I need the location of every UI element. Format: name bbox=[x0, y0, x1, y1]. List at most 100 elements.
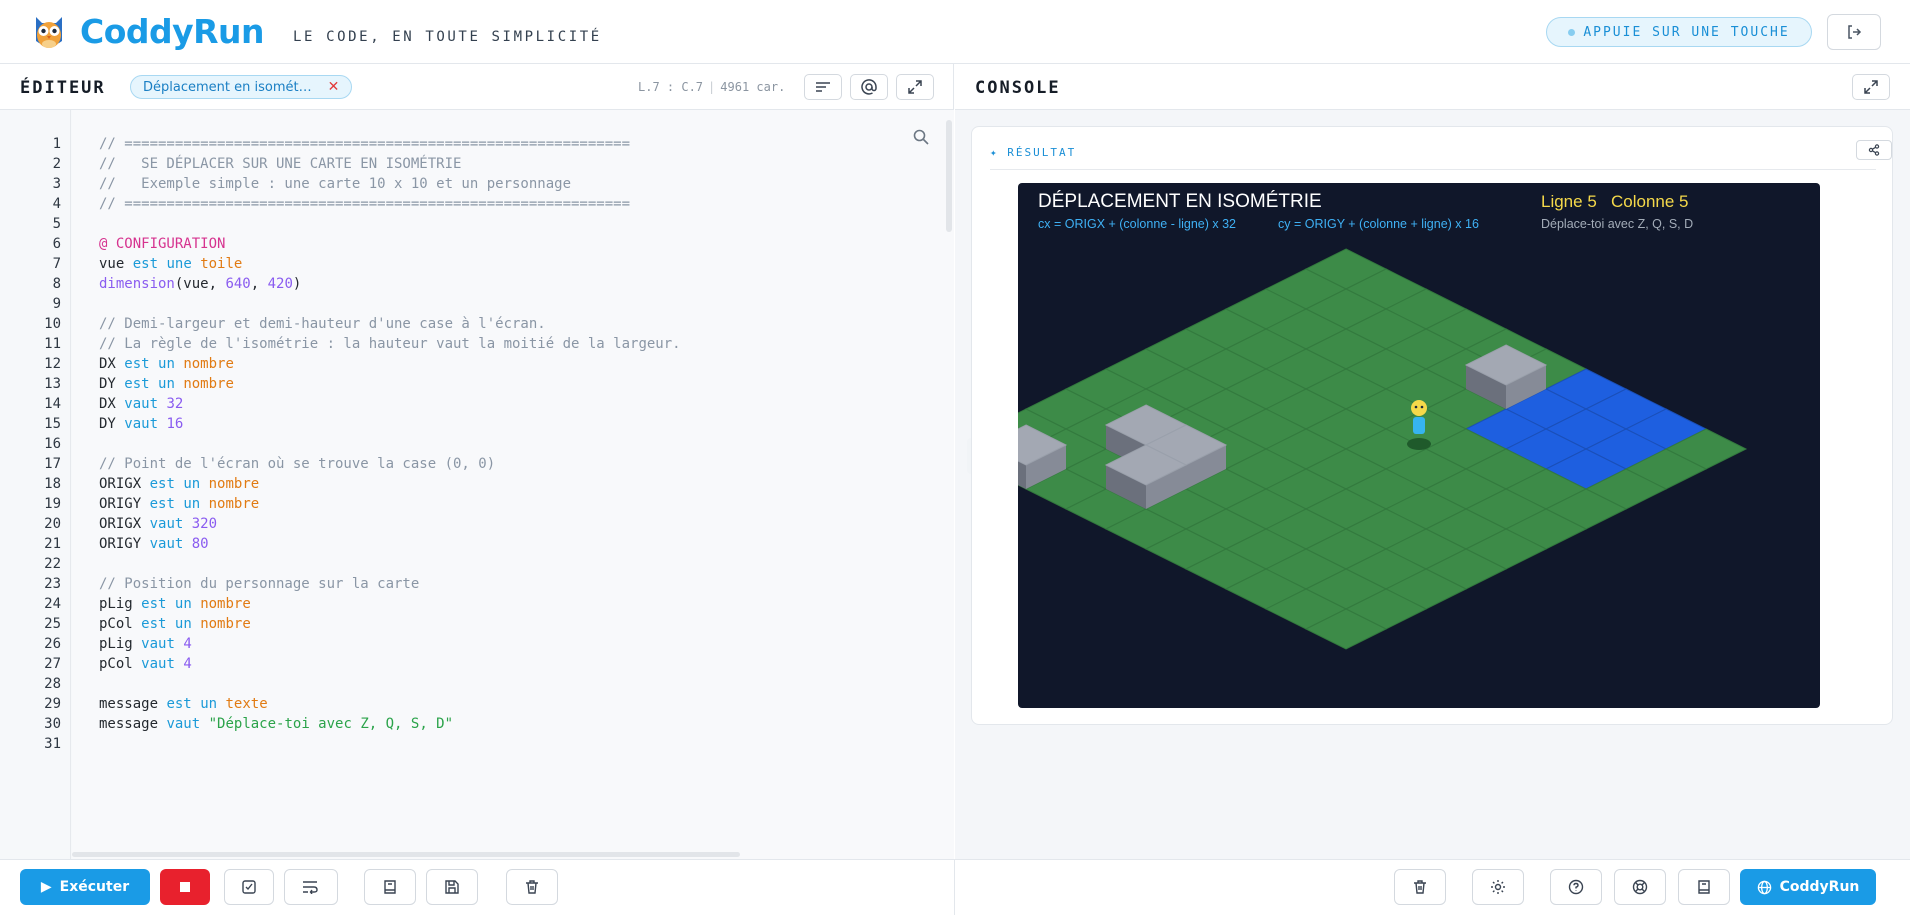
result-divider bbox=[990, 169, 1876, 170]
code-line: // La règle de l'isométrie : la hauteur … bbox=[99, 336, 681, 352]
code-editor[interactable]: 1 2 3 4 5 6 7 8 9 10 11 12 13 14 15 16 1… bbox=[0, 110, 954, 859]
settings-button[interactable] bbox=[1472, 869, 1524, 905]
book-icon bbox=[1698, 880, 1710, 894]
tagline: LE CODE, EN TOUTE SIMPLICITÉ bbox=[293, 29, 602, 45]
status-dot bbox=[1568, 28, 1576, 36]
book-icon bbox=[384, 880, 396, 894]
line-number: 5 bbox=[52, 216, 61, 232]
code-line: // =====================================… bbox=[99, 136, 631, 152]
save-button[interactable] bbox=[426, 869, 478, 905]
editor-panel: ÉDITEUR Déplacement en isomét… ✕ L.7 : C… bbox=[0, 64, 954, 859]
close-tab-icon[interactable]: ✕ bbox=[328, 79, 340, 95]
line-number: 13 bbox=[44, 376, 61, 392]
support-button[interactable] bbox=[1614, 869, 1666, 905]
move-hint: Déplace-toi avec Z, Q, S, D bbox=[1541, 217, 1693, 231]
line-number: 22 bbox=[44, 556, 61, 572]
col-label: Colonne 5 bbox=[1611, 192, 1689, 211]
logout-button[interactable] bbox=[1827, 14, 1881, 50]
horizontal-scrollbar[interactable] bbox=[72, 852, 740, 857]
line-number: 30 bbox=[44, 716, 61, 732]
line-number: 16 bbox=[44, 436, 61, 452]
play-icon: ▶ bbox=[40, 879, 52, 895]
result-label: ✦ RÉSULTAT bbox=[990, 146, 1077, 159]
help-button[interactable] bbox=[1550, 869, 1602, 905]
canvas-title: DÉPLACEMENT EN ISOMÉTRIE bbox=[1038, 191, 1322, 212]
file-tab[interactable]: Déplacement en isomét… ✕ bbox=[130, 75, 353, 99]
line-number: 27 bbox=[44, 656, 61, 672]
top-header: CoddyRun LE CODE, EN TOUTE SIMPLICITÉ AP… bbox=[0, 0, 1910, 64]
logout-icon bbox=[1848, 25, 1862, 39]
share-icon bbox=[1868, 144, 1880, 156]
line-number: 21 bbox=[44, 536, 61, 552]
game-canvas[interactable]: DÉPLACEMENT EN ISOMÉTRIE cx = ORIGX + (c… bbox=[1018, 183, 1820, 708]
share-button[interactable] bbox=[1856, 140, 1892, 160]
line-number: 19 bbox=[44, 496, 61, 512]
code-line: DY vaut 16 bbox=[99, 416, 184, 432]
line-number: 20 bbox=[44, 516, 61, 532]
line-number: 3 bbox=[52, 176, 61, 192]
expand-icon bbox=[908, 80, 922, 94]
result-card: ✦ RÉSULTAT DÉPLACEMENT EN ISOMÉTRIE cx =… bbox=[971, 126, 1893, 725]
expand-console-button[interactable] bbox=[1852, 74, 1890, 100]
clear-console-button[interactable] bbox=[1394, 869, 1446, 905]
globe-icon bbox=[1757, 880, 1771, 894]
code-line: pCol vaut 4 bbox=[99, 656, 192, 672]
format-button[interactable] bbox=[284, 869, 338, 905]
code-line: vue est une toile bbox=[99, 256, 243, 272]
code-line: pLig vaut 4 bbox=[99, 636, 192, 652]
code-line: pCol est un nombre bbox=[99, 616, 251, 632]
line-number: 15 bbox=[44, 416, 61, 432]
console-panel: CONSOLE › ✦ RÉSULTAT DÉPLACEMENT EN ISOM… bbox=[955, 64, 1910, 859]
owl-logo-icon bbox=[36, 17, 62, 48]
code-line: // =====================================… bbox=[99, 196, 631, 212]
check-icon bbox=[242, 880, 256, 894]
wrap-button[interactable] bbox=[804, 74, 842, 100]
code-line: DX est un nombre bbox=[99, 356, 234, 372]
site-label: CoddyRun bbox=[1779, 879, 1860, 895]
stop-button[interactable] bbox=[160, 869, 210, 905]
code-line: DX vaut 32 bbox=[99, 396, 184, 412]
check-button[interactable] bbox=[224, 869, 274, 905]
code-line: dimension(vue, 640, 420) bbox=[99, 276, 302, 292]
docs-button[interactable] bbox=[364, 869, 416, 905]
line-number: 26 bbox=[44, 636, 61, 652]
brand-name: CoddyRun bbox=[80, 12, 265, 51]
code-line: DY est un nombre bbox=[99, 376, 234, 392]
editor-title: ÉDITEUR bbox=[20, 78, 106, 98]
console-title: CONSOLE bbox=[975, 78, 1061, 98]
trash-icon bbox=[1414, 880, 1426, 894]
line-number: 2 bbox=[52, 156, 61, 172]
line-number: 7 bbox=[52, 256, 61, 272]
at-icon bbox=[861, 79, 877, 95]
line-number: 11 bbox=[44, 336, 61, 352]
file-tab-label: Déplacement en isomét… bbox=[143, 79, 312, 95]
iso-scene: DÉPLACEMENT EN ISOMÉTRIE cx = ORIGX + (c… bbox=[1018, 191, 1748, 650]
code-line: message vaut "Déplace-toi avec Z, Q, S, … bbox=[99, 716, 454, 732]
line-number: 17 bbox=[44, 456, 61, 472]
manual-button[interactable] bbox=[1678, 869, 1730, 905]
code-line: // Point de l'écran où se trouve la case… bbox=[99, 456, 496, 472]
line-number: 4 bbox=[52, 196, 61, 212]
line-number: 29 bbox=[44, 696, 61, 712]
line-number: 23 bbox=[44, 576, 61, 592]
expand-icon bbox=[1864, 80, 1878, 94]
code-line: ORIGY vaut 80 bbox=[99, 536, 209, 552]
expand-editor-button[interactable] bbox=[896, 74, 934, 100]
code-line: // Position du personnage sur la carte bbox=[99, 576, 420, 592]
editor-header: ÉDITEUR Déplacement en isomét… ✕ L.7 : C… bbox=[0, 64, 953, 110]
save-icon bbox=[445, 880, 459, 894]
support-icon bbox=[1632, 879, 1648, 895]
line-number: 10 bbox=[44, 316, 61, 332]
search-icon[interactable] bbox=[912, 128, 930, 146]
help-icon bbox=[1568, 879, 1584, 895]
stop-icon bbox=[180, 882, 190, 892]
line-number: 25 bbox=[44, 616, 61, 632]
line-number: 31 bbox=[44, 736, 61, 752]
code-line: message est un texte bbox=[99, 696, 268, 712]
run-button[interactable]: ▶ Exécuter bbox=[20, 869, 150, 905]
coddyrun-site-button[interactable]: CoddyRun bbox=[1740, 869, 1876, 905]
mention-button[interactable] bbox=[850, 74, 888, 100]
vertical-scrollbar[interactable] bbox=[946, 120, 952, 232]
row-label: Ligne 5 bbox=[1541, 192, 1597, 211]
clear-editor-button[interactable] bbox=[506, 869, 558, 905]
